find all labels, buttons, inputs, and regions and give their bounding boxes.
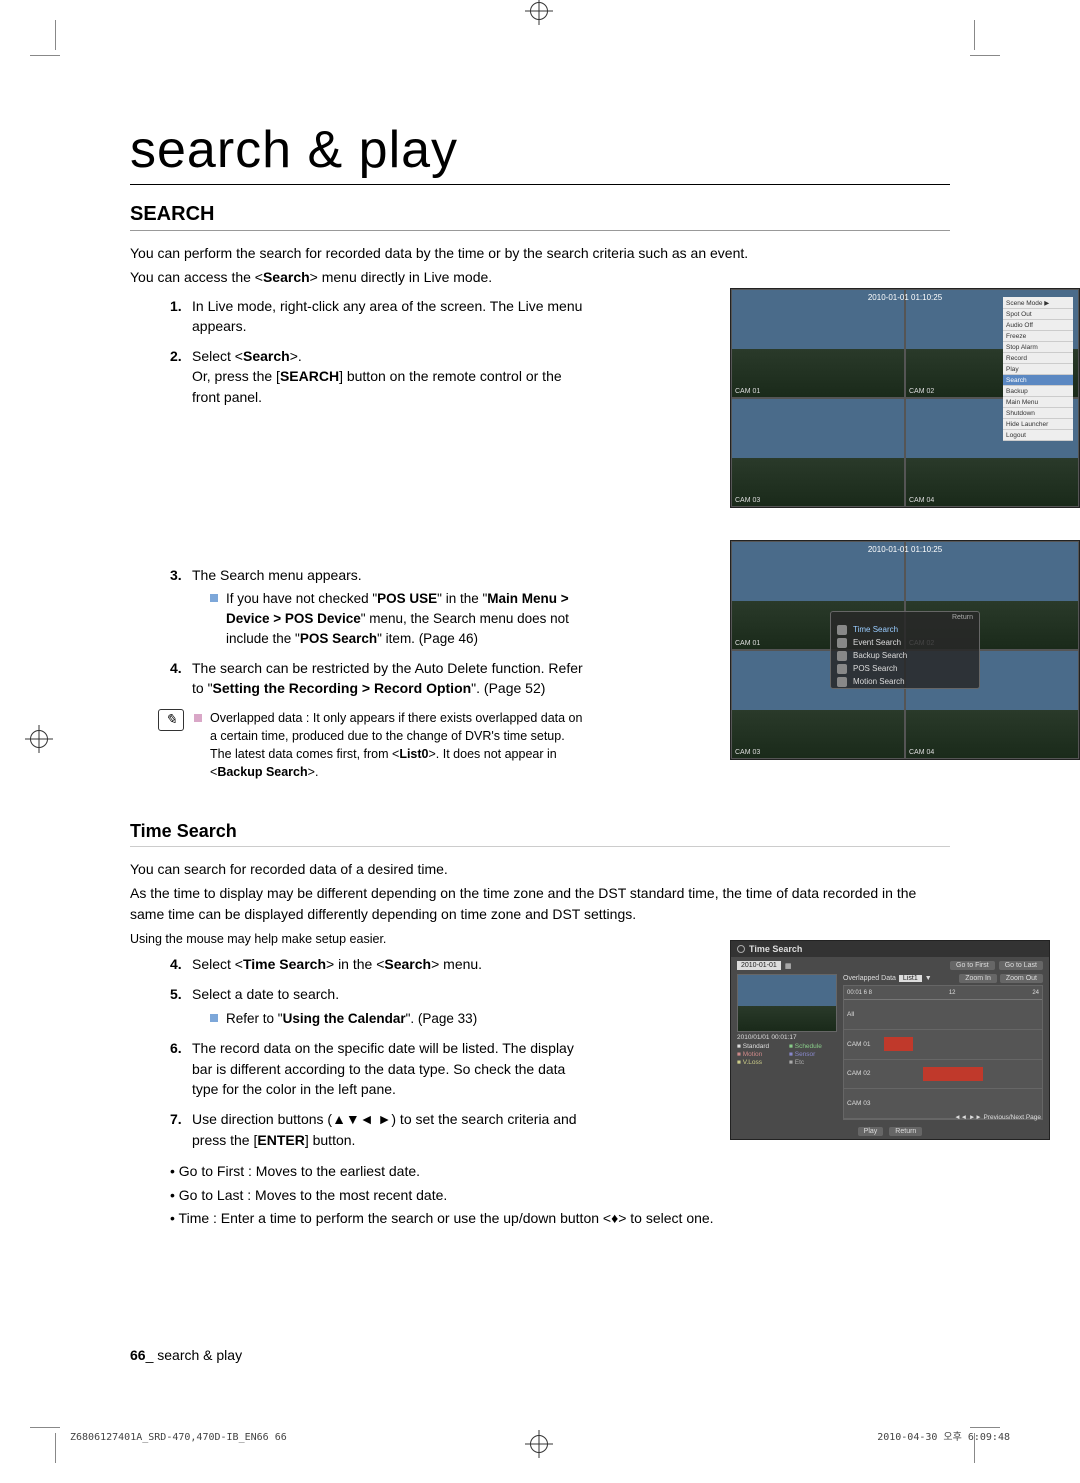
context-menu-item: Freeze (1003, 331, 1073, 342)
menu-item-pos-search: POS Search (831, 662, 979, 675)
screenshot-live-context-menu: 2010-01-01 01:10:25 CAM 01 CAM 02 CAM 03… (730, 288, 1080, 508)
clock-icon (837, 625, 847, 635)
section-heading-search: SEARCH (130, 203, 950, 231)
menu-item-motion-search: Motion Search (831, 675, 979, 688)
ts-intro-2: As the time to display may be different … (130, 883, 950, 924)
cam-label: CAM 03 (735, 497, 760, 504)
registration-mark-icon (30, 730, 48, 748)
step-ts-5: 5. Select a date to search. Refer to "Us… (170, 984, 590, 1028)
search-popup-menu: Return Time Search Event Search Backup S… (830, 611, 980, 689)
overlapped-row: Overlapped Data List1 ▼ Zoom In Zoom Out (843, 974, 1043, 983)
cam-label: CAM 04 (909, 497, 934, 504)
intro-line-2: You can access the <Search> menu directl… (130, 267, 950, 287)
registration-mark-icon (530, 1435, 548, 1453)
bullet-square-icon (194, 714, 202, 722)
context-menu-item: Backup (1003, 386, 1073, 397)
menu-item-time-search: Time Search (831, 623, 979, 636)
clock-icon (737, 945, 745, 953)
step-ts-5-note: Refer to "Using the Calendar". (Page 33) (210, 1009, 590, 1029)
timestamp-label: 2010-01-01 01:10:25 (868, 293, 942, 302)
goto-last-button: Go to Last (999, 961, 1043, 970)
play-button: Play (858, 1127, 884, 1136)
cam-label: CAM 01 (735, 640, 760, 647)
legend: Standard Schedule Motion Sensor V.Loss E… (737, 1043, 837, 1066)
panel-title: Time Search (731, 941, 1049, 957)
timestamp-label: 2010-01-01 01:10:25 (868, 545, 942, 554)
ts-intro-1: You can search for recorded data of a de… (130, 859, 950, 879)
date-field: 2010-01-01 (737, 961, 781, 970)
context-menu-item: Search (1003, 375, 1073, 386)
bullet-square-icon (210, 1014, 218, 1022)
bullet-gotofirst: Go to First : Moves to the earliest date… (170, 1160, 950, 1184)
context-menu-item: Record (1003, 353, 1073, 364)
note-icon: ✎ (158, 709, 184, 731)
cam-label: CAM 03 (735, 749, 760, 756)
step-3: 3. The Search menu appears. If you have … (170, 565, 590, 648)
zoom-out-button: Zoom Out (1000, 974, 1043, 983)
cam-label: CAM 04 (909, 749, 934, 756)
context-menu-item: Logout (1003, 430, 1073, 441)
cam-label: CAM 02 (909, 388, 934, 395)
page-title: search & play (130, 120, 950, 185)
step-2: 2. Select <Search>. Or, press the [SEARC… (170, 346, 590, 407)
backup-icon (837, 651, 847, 661)
context-menu-item: Spot Out (1003, 309, 1073, 320)
menu-item-backup-search: Backup Search (831, 649, 979, 662)
step-3-note: If you have not checked "POS USE" in the… (210, 589, 590, 648)
event-icon (837, 638, 847, 648)
timeline-grid: 00:01 6 81224 All CAM 01 CAM 02 CAM 03 (843, 985, 1043, 1120)
context-menu-item: Stop Alarm (1003, 342, 1073, 353)
context-menu-item: Play (1003, 364, 1073, 375)
intro-line-1: You can perform the search for recorded … (130, 243, 950, 263)
step-4: 4. The search can be restricted by the A… (170, 658, 590, 699)
screenshot-search-menu: 2010-01-01 01:10:25 CAM 01 CAM 02 CAM 03… (730, 540, 1080, 760)
registration-mark-icon (530, 2, 548, 20)
step-ts-6: 6. The record data on the specific date … (170, 1038, 590, 1099)
context-menu-item: Shutdown (1003, 408, 1073, 419)
step-ts-7: 7. Use direction buttons (▲▼◄ ►) to set … (170, 1109, 590, 1150)
context-menu-item: Scene Mode ▶ (1003, 297, 1073, 309)
bullet-time: Time : Enter a time to perform the searc… (170, 1207, 950, 1231)
context-menu: Scene Mode ▶Spot OutAudio OffFreezeStop … (1003, 297, 1073, 441)
motion-icon (837, 677, 847, 687)
bullet-gotolast: Go to Last : Moves to the most recent da… (170, 1184, 950, 1208)
return-button: Return (889, 1127, 922, 1136)
print-timestamp: 2010-04-30 오후 6:09:48 (877, 1428, 1010, 1443)
info-note: ✎ Overlapped data : It only appears if t… (158, 709, 588, 782)
screenshot-time-search-panel: Time Search 2010-01-01 ▦ Go to First Go … (730, 940, 1050, 1140)
section-heading-time-search: Time Search (130, 821, 950, 847)
context-menu-item: Audio Off (1003, 320, 1073, 331)
step-ts-4: 4. Select <Time Search> in the <Search> … (170, 954, 590, 974)
pos-icon (837, 664, 847, 674)
bullet-square-icon (210, 594, 218, 602)
cam-label: CAM 01 (735, 388, 760, 395)
print-job-id: Z6806127401A_SRD-470,470D-IB_EN66 66 (70, 1432, 287, 1443)
goto-first-button: Go to First (950, 961, 995, 970)
preview-thumbnail (737, 974, 837, 1032)
zoom-in-button: Zoom In (959, 974, 997, 983)
pagination-label: ◄◄ ►► Previous/Next Page (954, 1114, 1041, 1121)
context-menu-item: Hide Launcher (1003, 419, 1073, 430)
return-label: Return (831, 612, 979, 623)
menu-item-event-search: Event Search (831, 636, 979, 649)
step-1: 1. In Live mode, right-click any area of… (170, 296, 590, 337)
thumb-timestamp: 2010/01/01 00:01:17 (737, 1034, 837, 1041)
page-footer: 66_ search & play (130, 1347, 242, 1363)
context-menu-item: Main Menu (1003, 397, 1073, 408)
calendar-icon: ▦ (785, 962, 792, 970)
